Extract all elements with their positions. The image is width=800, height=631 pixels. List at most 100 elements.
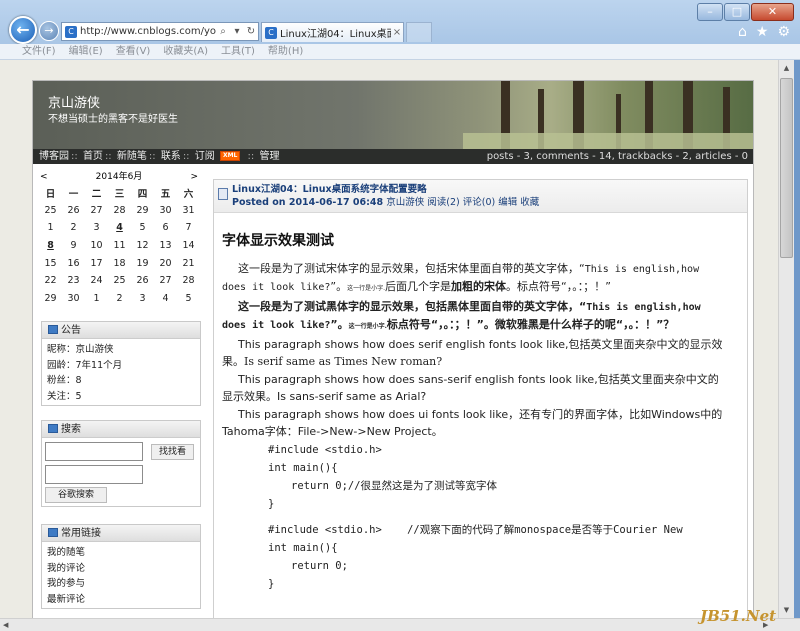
- calendar-prev-link[interactable]: <: [40, 171, 48, 184]
- calendar-day: 1: [93, 292, 100, 304]
- new-tab-button[interactable]: [406, 22, 432, 42]
- tab-active[interactable]: C Linux江湖04：Linux桌面系... ×: [261, 22, 404, 42]
- paragraph-songti: 这一段是为了测试宋体字的显示效果，包括宋体里面自带的英文字体，“This is …: [222, 261, 700, 294]
- dropdown-icon[interactable]: ▾: [230, 26, 244, 37]
- notice-icon: [48, 325, 58, 334]
- paragraph-serif: This paragraph shows how does serif engl…: [222, 337, 723, 369]
- calendar-day: 24: [90, 275, 103, 287]
- calendar-day: 26: [67, 204, 80, 216]
- menu-help[interactable]: 帮助(H): [268, 44, 303, 59]
- post-comments[interactable]: 评论(0): [463, 197, 495, 208]
- search-box-icon: [48, 424, 58, 433]
- blog-title[interactable]: 京山游侠: [48, 92, 100, 111]
- calendar-day: 3: [93, 222, 100, 234]
- calendar-day: 17: [90, 257, 103, 269]
- site-favicon-icon: C: [65, 25, 77, 38]
- menu-view[interactable]: 查看(V): [116, 44, 151, 59]
- nav-contact[interactable]: 联系: [161, 151, 181, 162]
- calendar-next-link[interactable]: >: [190, 171, 198, 184]
- forward-icon[interactable]: →: [39, 21, 59, 41]
- google-search-button[interactable]: 谷歌搜索: [45, 487, 108, 503]
- nav-admin[interactable]: 管理: [259, 151, 279, 162]
- back-icon[interactable]: ←: [9, 16, 37, 44]
- nav-home[interactable]: 首页: [83, 151, 103, 162]
- calendar-grid: 日 一 二 三 四 五 六 25 26 27 28 29 30 31 1234567 891…: [39, 184, 200, 307]
- weekday: 四: [137, 188, 148, 200]
- scroll-down-icon[interactable]: ▼: [779, 602, 794, 618]
- post-favorite[interactable]: 收藏: [520, 197, 539, 208]
- notice-follows: 关注：5: [47, 390, 82, 402]
- scroll-up-icon[interactable]: ▲: [779, 60, 794, 76]
- address-bar[interactable]: C http://www.cnblogs.com/youxia/p ⌕ ▾ ↻: [61, 22, 259, 41]
- post-edit[interactable]: 编辑: [498, 197, 517, 208]
- horizontal-scrollbar[interactable]: ◀ ▶: [0, 618, 800, 631]
- calendar-day: 30: [67, 292, 80, 304]
- calendar-day: 11: [113, 240, 126, 252]
- post-meta: Posted on 2014-06-17 06:48 京山游侠 阅读(2) 评论…: [232, 196, 747, 209]
- post-title[interactable]: Linux江湖04：Linux桌面系统字体配置要略: [232, 180, 747, 196]
- calendar-day-link[interactable]: 4: [108, 219, 131, 237]
- xml-badge-icon[interactable]: XML: [219, 151, 241, 161]
- links-box: 常用链接 我的随笔 我的评论 我的参与 最新评论: [41, 524, 201, 609]
- address-url[interactable]: http://www.cnblogs.com/youxia/p: [80, 26, 216, 37]
- favorites-star-icon[interactable]: ★: [756, 24, 769, 40]
- home-icon[interactable]: ⌂: [738, 24, 747, 40]
- calendar-day: 18: [113, 257, 126, 269]
- calendar-day: 16: [67, 257, 80, 269]
- calendar-day: 20: [159, 257, 172, 269]
- maximize-icon[interactable]: □: [724, 3, 750, 21]
- calendar-day: 23: [67, 275, 80, 287]
- calendar-day: 29: [44, 292, 57, 304]
- nav-new-post[interactable]: 新随笔: [117, 151, 147, 162]
- minimize-icon[interactable]: –: [697, 3, 723, 21]
- post-heading: 字体显示效果测试: [222, 233, 334, 249]
- google-search-input[interactable]: [45, 465, 143, 484]
- menu-favorites[interactable]: 收藏夹(A): [163, 44, 208, 59]
- calendar-day-link[interactable]: 8: [39, 237, 62, 255]
- menu-tools[interactable]: 工具(T): [221, 44, 255, 59]
- site-search-input[interactable]: [45, 442, 143, 461]
- vertical-scrollbar[interactable]: ▲ ▼: [778, 60, 794, 618]
- blog-stats: posts - 3, comments - 14, trackbacks - 2…: [486, 151, 748, 162]
- calendar-day: 27: [159, 275, 172, 287]
- window-frame-right: [794, 60, 800, 618]
- nav-cnblogs[interactable]: 博客园: [39, 151, 69, 162]
- calendar-day: 5: [185, 292, 192, 304]
- weekday: 三: [114, 188, 125, 200]
- scroll-left-icon[interactable]: ◀: [3, 619, 8, 631]
- link-latest-comments[interactable]: 最新评论: [42, 592, 200, 608]
- link-my-posts[interactable]: 我的随笔: [42, 545, 200, 561]
- calendar-day: 28: [113, 204, 126, 216]
- link-my-comments[interactable]: 我的评论: [42, 561, 200, 577]
- nav-subscribe[interactable]: 订阅: [195, 151, 215, 162]
- code-block-1: #include <stdio.h> int main(){ return 0;…: [268, 443, 498, 510]
- search-icon[interactable]: ⌕: [216, 26, 230, 37]
- search-title: 搜索: [61, 424, 81, 435]
- paragraph-sans-serif: This paragraph shows how does sans-serif…: [222, 372, 719, 404]
- search-button[interactable]: 找找看: [151, 443, 195, 460]
- post-header: Linux江湖04：Linux桌面系统字体配置要略 Posted on 2014…: [214, 180, 747, 213]
- links-title: 常用链接: [61, 528, 101, 539]
- tab-close-icon[interactable]: ×: [391, 27, 403, 38]
- page-viewport: 京山游侠 不想当硕士的黑客不是好医生 博客园:: 首页:: 新随笔:: 联系::…: [0, 60, 778, 618]
- scroll-thumb[interactable]: [780, 78, 793, 258]
- weekday: 日: [45, 188, 56, 200]
- post-author[interactable]: 京山游侠: [386, 197, 424, 208]
- weekday: 六: [183, 188, 194, 200]
- calendar-day: 29: [136, 204, 149, 216]
- gear-icon[interactable]: ⚙: [777, 24, 790, 40]
- close-icon[interactable]: ✕: [751, 3, 794, 21]
- menu-edit[interactable]: 编辑(E): [69, 44, 103, 59]
- watermark-logo: JB51.Net: [700, 607, 777, 625]
- calendar-day: 4: [162, 292, 169, 304]
- notice-fans: 粉丝：8: [47, 375, 82, 386]
- post-doc-icon: [218, 188, 228, 200]
- code-block-2: #include <stdio.h> //观察下面的代码了解monospace是…: [268, 523, 683, 590]
- notice-title: 公告: [61, 325, 81, 336]
- refresh-icon[interactable]: ↻: [244, 26, 258, 37]
- calendar-day: 25: [113, 275, 126, 287]
- tab-title: Linux江湖04：Linux桌面系...: [280, 29, 391, 40]
- menu-file[interactable]: 文件(F): [22, 44, 56, 59]
- calendar-day: 22: [44, 275, 57, 287]
- link-my-participation[interactable]: 我的参与: [42, 576, 200, 592]
